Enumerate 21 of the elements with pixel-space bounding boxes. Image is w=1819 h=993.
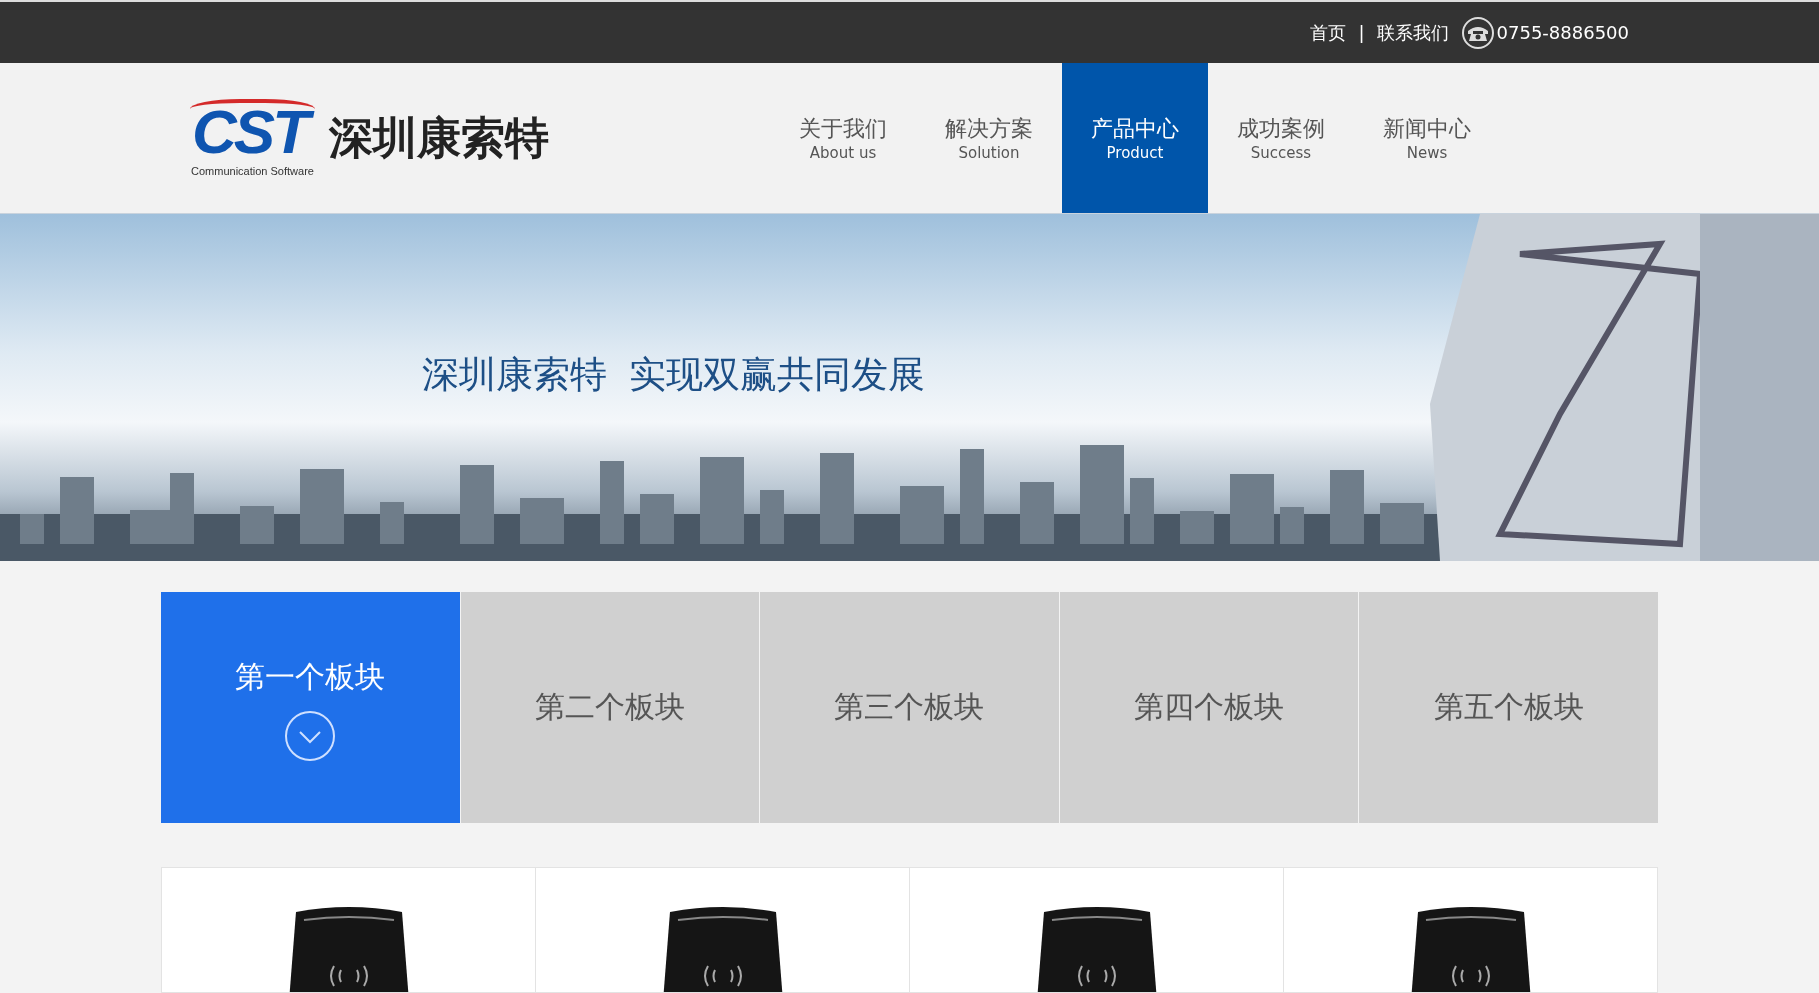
telephone-icon (1460, 15, 1495, 50)
company-name: 深圳康索特 (329, 110, 549, 165)
contact-link[interactable]: 联系我们 (1376, 20, 1449, 45)
banner-slogan: 实现双赢共同发展 (629, 352, 925, 398)
section-tab[interactable]: 第五个板块 (1359, 592, 1658, 823)
phone-number: 0755-8886500 (1496, 22, 1629, 43)
nav-item[interactable]: 产品中心 Product (1062, 63, 1208, 213)
logo-tagline: Communication Software (191, 165, 314, 177)
separator: | (1358, 22, 1365, 43)
nav-item[interactable]: 新闻中心 News (1354, 63, 1500, 213)
nav-item[interactable]: 成功案例 Success (1208, 63, 1354, 213)
section-tab[interactable]: 第一个板块 (161, 592, 460, 823)
section-tab[interactable]: 第四个板块 (1059, 592, 1359, 823)
nav-item[interactable]: 关于我们 About us (770, 63, 916, 213)
home-link[interactable]: 首页 (1310, 20, 1347, 45)
chevron-down-icon (284, 710, 337, 762)
nav-item[interactable]: 解决方案 Solution (916, 63, 1062, 213)
logo-mark: CST (190, 99, 315, 165)
banner-slogan: 深圳康索特 (422, 352, 607, 398)
section-tab[interactable]: 第三个板块 (760, 592, 1059, 823)
section-tab[interactable]: 第二个板块 (460, 592, 760, 823)
